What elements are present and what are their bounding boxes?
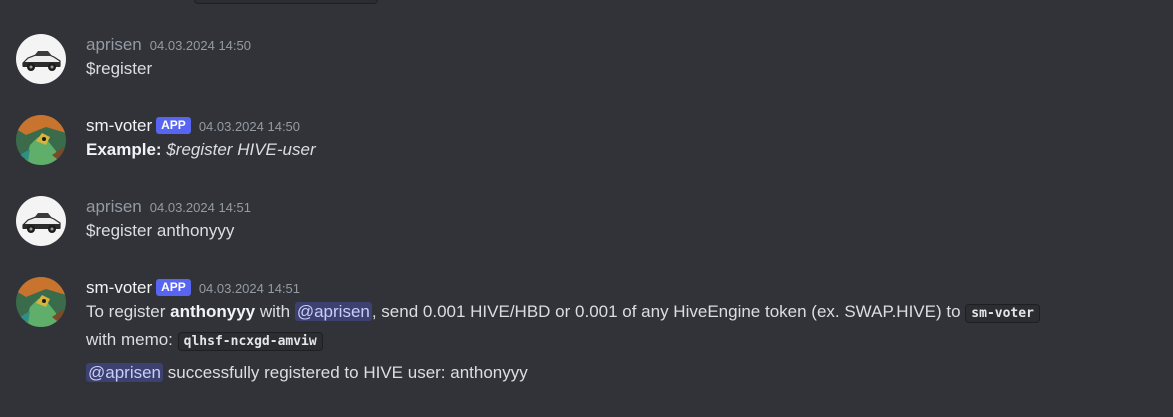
car-avatar-icon[interactable] [16, 34, 66, 84]
dragon-avatar-icon[interactable] [16, 277, 66, 327]
memo-code: qlhsf-ncxgd-amviw [177, 332, 323, 351]
username[interactable]: aprisen [86, 35, 142, 54]
app-badge: APP [156, 117, 191, 134]
text-segment: with [259, 302, 291, 321]
username[interactable]: aprisen [86, 197, 142, 216]
username[interactable]: sm-voter [86, 278, 152, 297]
message-text-line-1: To register anthonyyy with @aprisen, sen… [86, 299, 1153, 327]
registered-user: anthonyyy [170, 302, 256, 321]
car-avatar-icon[interactable] [16, 196, 66, 246]
inline-code: sm-voter [965, 304, 1040, 323]
message-text-line-3: @aprisen successfully registered to HIVE… [86, 360, 1153, 386]
dragon-avatar-icon[interactable] [16, 115, 66, 165]
timestamp[interactable]: 04.03.2024 14:51 [199, 281, 300, 296]
previous-code-block [194, 0, 378, 4]
message-text: $register [86, 59, 153, 78]
message-text: $register anthonyyy [86, 221, 235, 240]
chat-message-list: aprisen 04.03.2024 14:50 $register sm-vot… [0, 0, 1173, 417]
user-mention[interactable]: @aprisen [86, 363, 164, 382]
timestamp[interactable]: 04.03.2024 14:50 [150, 38, 251, 53]
user-mention[interactable]: @aprisen [294, 302, 372, 321]
message-text: Example: $register HIVE-user [86, 137, 1153, 163]
username[interactable]: sm-voter [86, 116, 152, 135]
example-command: $register HIVE-user [166, 140, 316, 159]
message-text-line-2: with memo: qlhsf-ncxgd-amviw [86, 327, 1153, 355]
text-segment: with memo: [86, 330, 173, 349]
app-badge: APP [156, 279, 191, 296]
text-segment: , send 0.001 HIVE/HBD or 0.001 of any Hi… [371, 302, 961, 321]
timestamp[interactable]: 04.03.2024 14:50 [199, 119, 300, 134]
text-segment: To register [86, 302, 166, 321]
text-segment: successfully registered to HIVE user: an… [167, 363, 528, 382]
timestamp[interactable]: 04.03.2024 14:51 [150, 200, 251, 215]
example-label: Example: [86, 140, 162, 159]
